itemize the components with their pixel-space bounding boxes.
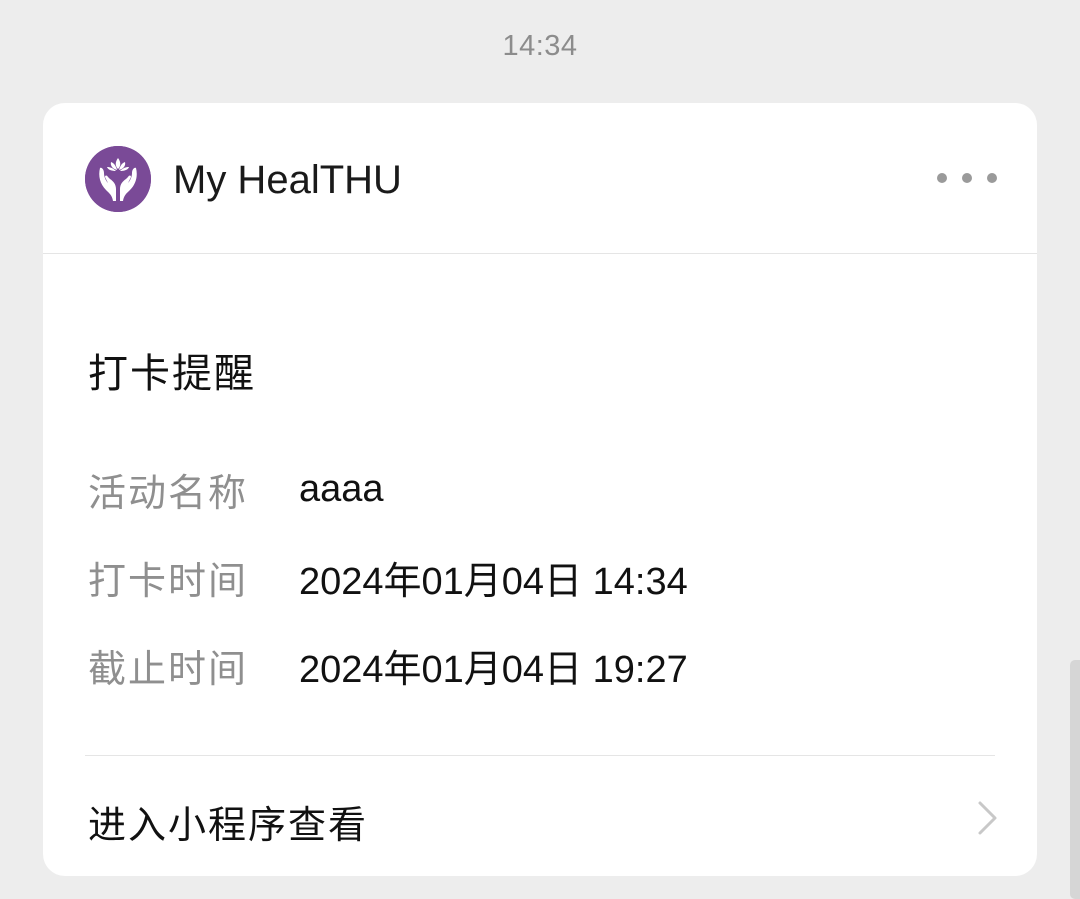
app-avatar-icon[interactable]: [85, 146, 151, 212]
info-label: 活动名称: [88, 472, 249, 515]
chevron-right-icon: [978, 801, 997, 835]
chat-timestamp: 14:34: [502, 30, 578, 62]
more-dot: [962, 173, 972, 183]
info-row-deadline: 截止时间 2024年01月04日 19:27: [88, 640, 688, 691]
open-mini-program-label: 进入小程序查看: [88, 805, 369, 847]
scrollbar[interactable]: [1070, 660, 1080, 899]
info-label: 打卡时间: [88, 560, 249, 603]
info-row-checkin-time: 打卡时间 2024年01月04日 14:34: [88, 552, 688, 603]
mini-program-message-card[interactable]: My HealTHU 打卡提醒 活动名称 aaaa 打卡时间 2024年01月0…: [43, 103, 1037, 876]
card-header: My HealTHU: [43, 103, 1037, 254]
info-value: aaaa: [299, 467, 384, 510]
more-dot: [987, 173, 997, 183]
info-row-activity-name: 活动名称 aaaa: [88, 464, 384, 515]
info-value: 2024年01月04日 19:27: [299, 648, 688, 691]
open-mini-program-link[interactable]: 进入小程序查看: [43, 756, 1037, 876]
more-dots-icon[interactable]: [937, 163, 997, 193]
hands-lotus-icon: [85, 146, 151, 212]
card-title: 打卡提醒: [88, 352, 256, 396]
app-name: My HealTHU: [173, 158, 402, 202]
info-label: 截止时间: [88, 648, 249, 691]
info-value: 2024年01月04日 14:34: [299, 560, 688, 603]
more-dot: [937, 173, 947, 183]
